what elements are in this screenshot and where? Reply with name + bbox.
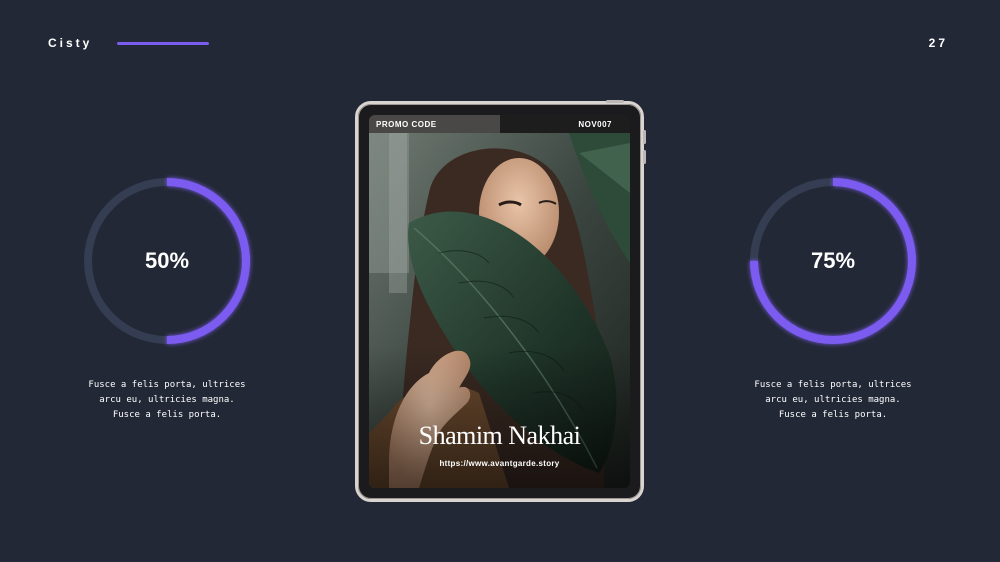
caption-left: Fusce a felis porta, ultrices arcu eu, u…: [88, 380, 246, 420]
model-name: Shamim Nakhai: [418, 421, 581, 450]
tablet-volume-down: [643, 150, 646, 164]
brand-underline: [117, 42, 209, 45]
page-number: 27: [928, 36, 948, 50]
progress-ring-right: 75%: [743, 171, 923, 351]
tablet-screen: PROMO CODE NOV007 Shamim Nakhai https://…: [369, 115, 630, 488]
progress-ring-left: 50%: [77, 171, 257, 351]
promo-bar: PROMO CODE NOV007: [369, 115, 630, 133]
progress-value-right: 75%: [810, 248, 856, 273]
promo-label: PROMO CODE: [369, 115, 500, 133]
tablet-volume-up: [643, 130, 646, 144]
progress-value-left: 50%: [144, 248, 190, 273]
model-url[interactable]: https://www.avantgarde.story: [369, 459, 630, 468]
promo-code: NOV007: [500, 115, 630, 133]
tablet-top-button: [606, 100, 624, 103]
brand-logo: Cisty: [48, 36, 93, 50]
caption-right: Fusce a felis porta, ultrices arcu eu, u…: [754, 380, 912, 420]
